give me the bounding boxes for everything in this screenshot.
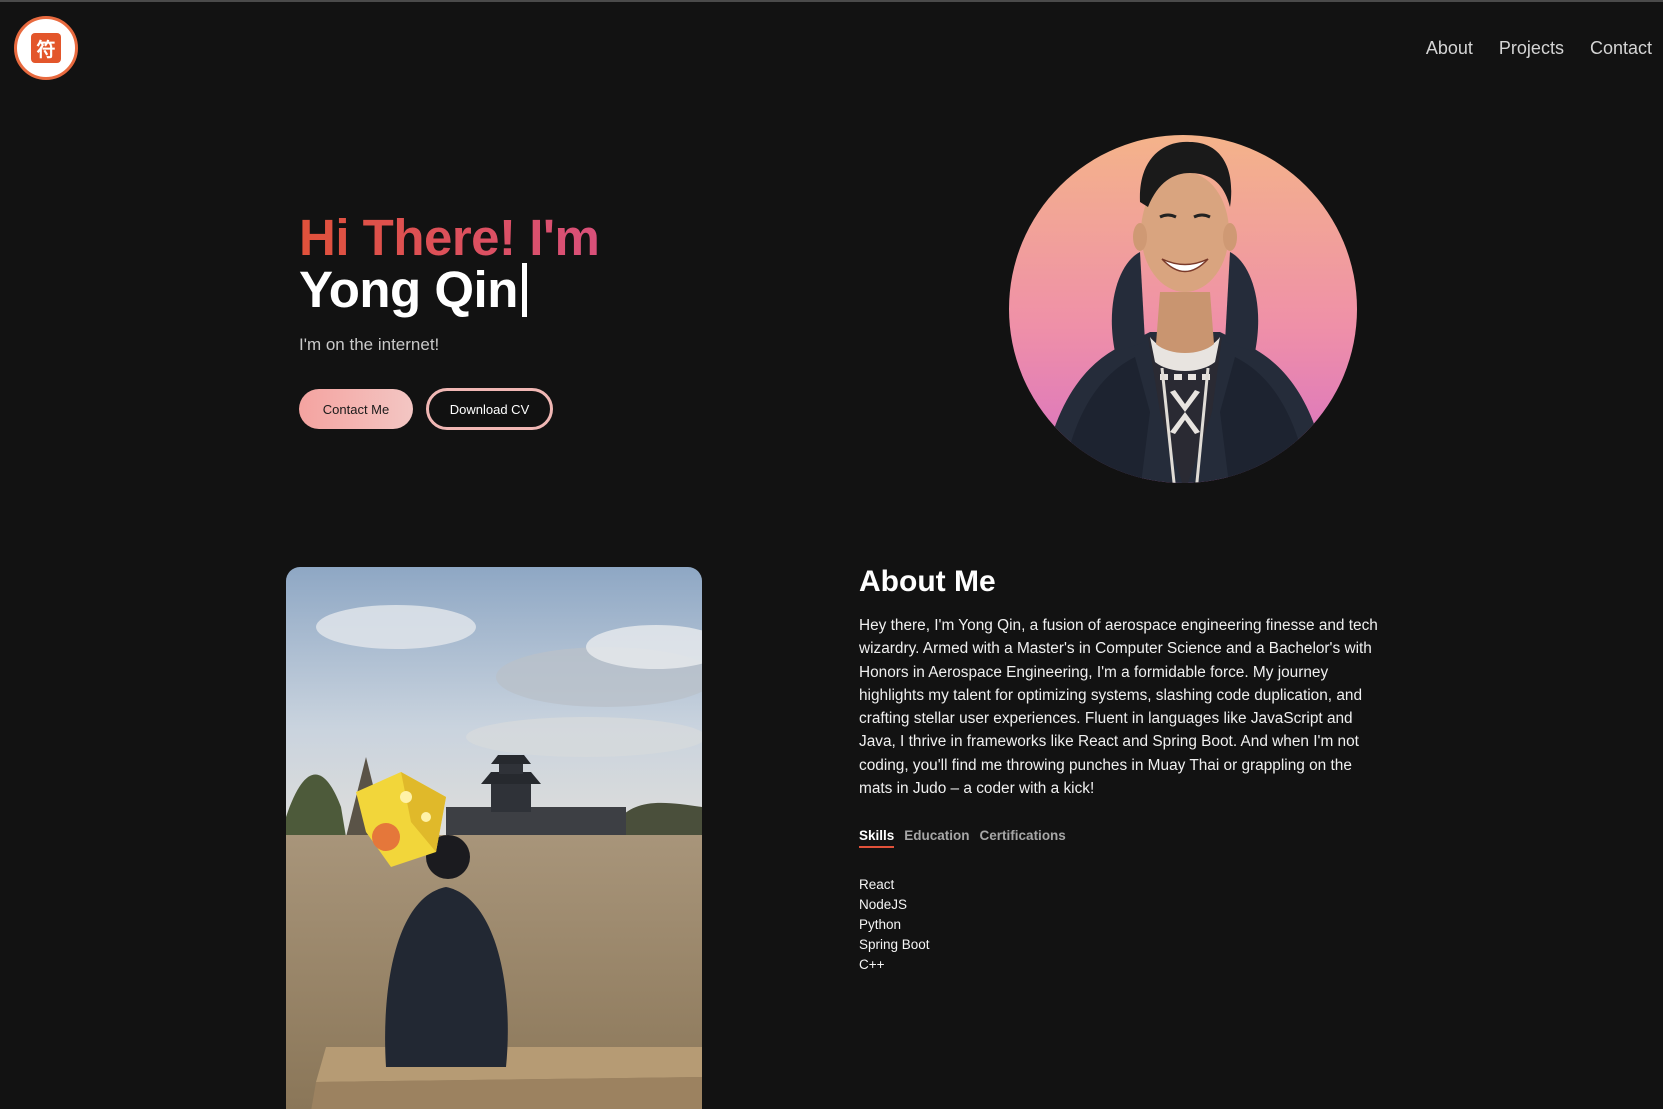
park-scene-image — [286, 567, 702, 1109]
list-item: Python — [859, 917, 902, 932]
tab-certifications[interactable]: Certifications — [980, 828, 1066, 848]
portrait-image — [1040, 141, 1330, 483]
nav-link-projects[interactable]: Projects — [1499, 38, 1564, 59]
hero-greeting: Hi There! I'm — [299, 209, 600, 266]
list-item: C++ — [859, 957, 885, 972]
list-item: Spring Boot — [859, 937, 930, 952]
skills-list: React NodeJS Python Spring Boot C++ — [859, 875, 930, 975]
about-title: About Me — [859, 565, 996, 598]
hero-subtitle: I'm on the internet! — [299, 335, 440, 354]
hero-name: Yong Qin — [299, 261, 518, 318]
logo-glyph: 符 — [31, 33, 61, 63]
download-cv-button[interactable]: Download CV — [426, 388, 553, 430]
tab-education[interactable]: Education — [904, 828, 969, 848]
typing-caret — [521, 263, 527, 317]
hero-name-line: Yong Qin — [299, 260, 527, 320]
list-item: React — [859, 877, 895, 892]
about-tabs: Skills Education Certifications — [859, 828, 1066, 848]
page: 符 About Projects Contact Hi There! I'm Y… — [0, 0, 1663, 1109]
tab-skills[interactable]: Skills — [859, 828, 895, 848]
top-nav: About Projects Contact — [1426, 38, 1652, 59]
about-paragraph: Hey there, I'm Yong Qin, a fusion of aer… — [859, 617, 1378, 798]
list-item: NodeJS — [859, 897, 908, 912]
nav-link-about[interactable]: About — [1426, 38, 1473, 59]
contact-me-button[interactable]: Contact Me — [299, 389, 413, 429]
nav-link-contact[interactable]: Contact — [1590, 38, 1652, 59]
about-photo — [286, 567, 702, 1109]
site-logo[interactable]: 符 — [14, 16, 78, 80]
